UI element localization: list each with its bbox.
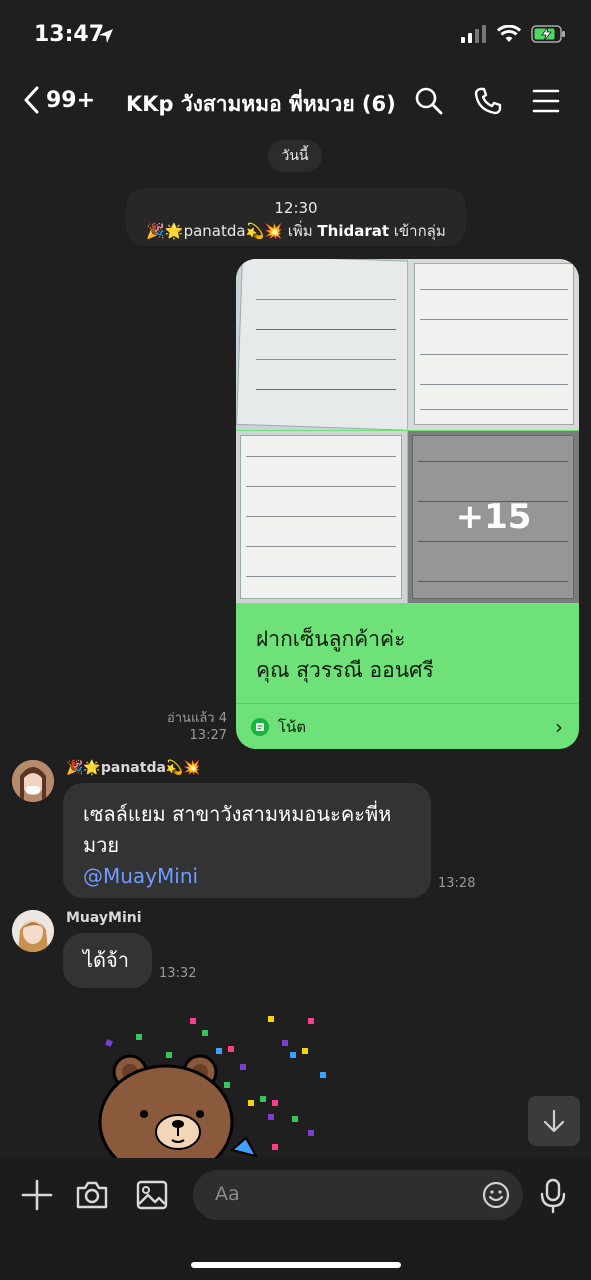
phone-icon[interactable] [473, 86, 503, 116]
photo-note-bubble[interactable]: +15 ฝากเซ็นลูกค้าค่ะ คุณ สุวรรณี ออนศรี … [236, 259, 579, 749]
message-time: 13:27 [189, 728, 227, 743]
note-divider [236, 703, 579, 704]
photo-thumbnail[interactable] [408, 259, 579, 430]
chevron-right-icon[interactable]: › [555, 715, 563, 739]
note-line: คุณ สุวรรณี ออนศรี [256, 658, 434, 682]
system-message-text: 🎉🌟panatda💫💥 เพิ่ม Thidarat เข้ากลุ่ม [126, 219, 466, 243]
note-footer-label: โน้ต [278, 718, 307, 736]
sender-name: MuayMini [66, 910, 142, 926]
read-receipt: อ่านแล้ว 4 13:27 [167, 710, 227, 744]
avatar-image [12, 910, 54, 952]
back-button[interactable]: 99+ [22, 86, 95, 114]
read-status: อ่านแล้ว 4 [166, 711, 227, 726]
avatar[interactable] [12, 910, 54, 952]
search-icon[interactable] [414, 86, 444, 116]
sticker-brown-bear[interactable] [96, 1010, 336, 1160]
note-icon [251, 718, 269, 736]
note-footer[interactable]: โน้ต [250, 715, 306, 739]
image-icon[interactable] [135, 1178, 169, 1212]
unread-count: 99+ [46, 87, 96, 113]
photo-thumbnail[interactable] [236, 259, 407, 430]
date-pill: วันนี้ [268, 140, 322, 172]
status-time: 13:47 [34, 22, 105, 47]
emoji-icon[interactable] [481, 1180, 511, 1210]
message-time: 13:32 [159, 966, 197, 981]
chevron-left-icon [24, 86, 39, 114]
camera-icon[interactable] [75, 1178, 109, 1212]
note-line: ฝากเซ็นลูกค้าค่ะ [256, 627, 406, 651]
avatar-image [12, 760, 54, 802]
system-message: 12:30 🎉🌟panatda💫💥 เพิ่ม Thidarat เข้ากลุ… [126, 188, 466, 246]
signal-icon [461, 25, 486, 43]
message-time: 13:28 [438, 876, 476, 891]
location-arrow-icon [99, 29, 113, 43]
message-input-placeholder: Aa [215, 1183, 240, 1205]
plus-icon[interactable] [20, 1178, 54, 1212]
message-bubble[interactable]: ได้จ้า [63, 933, 152, 988]
note-text: ฝากเซ็นลูกค้าค่ะ คุณ สุวรรณี ออนศรี [256, 624, 434, 686]
mention-link[interactable]: @MuayMini [83, 861, 411, 892]
photo-thumbnail[interactable] [236, 431, 407, 603]
message-line: มวย [83, 833, 120, 857]
status-bar: 13:47 [0, 0, 591, 70]
system-actor: 🎉🌟panatda💫💥 [146, 222, 283, 240]
menu-icon[interactable] [532, 86, 560, 116]
arrow-down-icon [543, 1109, 565, 1133]
message-input[interactable]: Aa [193, 1170, 523, 1220]
home-indicator [191, 1262, 401, 1268]
scroll-to-bottom-button[interactable] [528, 1096, 580, 1146]
chat-header: 99+ KKp วังสามหมอ พี่หมวย (6) [0, 72, 591, 132]
wifi-icon [497, 25, 521, 42]
system-target: Thidarat [317, 222, 390, 240]
sender-name: 🎉🌟panatda💫💥 [66, 760, 201, 776]
status-icons [461, 24, 567, 44]
message-text: ได้จ้า [83, 948, 129, 972]
more-photos-count[interactable]: +15 [408, 431, 579, 603]
battery-charging-icon [531, 25, 565, 43]
photo-grid[interactable]: +15 [236, 259, 579, 603]
microphone-icon[interactable] [540, 1178, 566, 1214]
system-message-time: 12:30 [274, 199, 318, 217]
message-bubble[interactable]: เซลล์แยม สาขาวังสามหมอนะคะพี่ห มวย @Muay… [63, 783, 431, 898]
system-suffix: เข้ากลุ่ม [389, 222, 446, 240]
avatar[interactable] [12, 760, 54, 802]
chat-title[interactable]: KKp วังสามหมอ พี่หมวย (6) [126, 88, 396, 121]
message-line: เซลล์แยม สาขาวังสามหมอนะคะพี่ห [83, 802, 392, 826]
bear-sticker-image [98, 1016, 326, 1160]
system-action: เพิ่ม [282, 222, 318, 240]
